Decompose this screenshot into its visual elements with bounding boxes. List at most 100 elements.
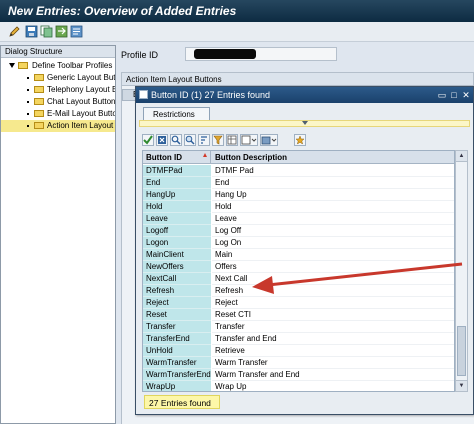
profile-id-label: Profile ID — [121, 50, 159, 60]
print-icon[interactable] — [70, 25, 83, 38]
table-row[interactable]: HangUp Hang Up — [143, 189, 454, 201]
scroll-up-icon[interactable]: ▲ — [456, 151, 467, 162]
table-row[interactable]: Hold Hold — [143, 201, 454, 213]
layout-icon[interactable] — [226, 134, 238, 146]
table-row[interactable]: WarmTransferEnd Warm Transfer and End — [143, 369, 454, 381]
cell-button-description[interactable]: Transfer — [212, 321, 454, 333]
table-row[interactable]: MainClient Main — [143, 249, 454, 261]
expand-triangle-icon[interactable] — [9, 63, 15, 68]
maximize-icon[interactable]: □ — [449, 90, 459, 100]
table-row[interactable]: DTMFPad DTMF Pad — [143, 165, 454, 177]
cell-button-description[interactable]: Leave — [212, 213, 454, 225]
table-row[interactable]: UnHold Retrieve — [143, 345, 454, 357]
cell-button-id[interactable]: End — [143, 177, 211, 189]
column-header-button-id[interactable]: Button ID — [143, 151, 211, 164]
sort-icon[interactable] — [198, 134, 210, 146]
profile-id-field[interactable] — [185, 47, 337, 61]
transport-icon[interactable] — [55, 25, 68, 38]
tree-root-define-toolbar-profiles[interactable]: Define Toolbar Profiles — [1, 60, 115, 72]
pencil-icon[interactable] — [8, 25, 21, 38]
find-next-icon[interactable] — [184, 134, 196, 146]
cell-button-description[interactable]: Warm Transfer and End — [212, 369, 454, 381]
scroll-thumb[interactable] — [457, 326, 466, 376]
folder-icon — [34, 86, 44, 93]
export-icon[interactable] — [260, 134, 278, 146]
vertical-scrollbar[interactable]: ▲ ▼ — [455, 150, 468, 392]
cancel-icon[interactable] — [156, 134, 168, 146]
table-row[interactable]: Transfer Transfer — [143, 321, 454, 333]
cell-button-id[interactable]: Reject — [143, 297, 211, 309]
table-row[interactable]: Reject Reject — [143, 297, 454, 309]
cell-button-id[interactable]: Logon — [143, 237, 211, 249]
cell-button-id[interactable]: DTMFPad — [143, 165, 211, 177]
bullet-icon — [27, 89, 29, 91]
cell-button-description[interactable]: Transfer and End — [212, 333, 454, 345]
tree-item-label: Chat Layout Button — [47, 97, 115, 106]
cell-button-description[interactable]: Hang Up — [212, 189, 454, 201]
table-row[interactable]: Refresh Refresh — [143, 285, 454, 297]
personalize-icon[interactable] — [294, 134, 306, 146]
cell-button-description[interactable]: Main — [212, 249, 454, 261]
cell-button-id[interactable]: WarmTransfer — [143, 357, 211, 369]
tree-item-email-layout[interactable]: E-Mail Layout Butto — [1, 108, 115, 120]
table-row[interactable]: TransferEnd Transfer and End — [143, 333, 454, 345]
cell-button-id[interactable]: UnHold — [143, 345, 211, 357]
tree-item-telephony-layout[interactable]: Telephony Layout E — [1, 84, 115, 96]
collapse-arrow-icon[interactable] — [302, 121, 308, 125]
table-row[interactable]: Leave Leave — [143, 213, 454, 225]
cell-button-id[interactable]: TransferEnd — [143, 333, 211, 345]
cell-button-id[interactable]: WarmTransferEnd — [143, 369, 211, 381]
cell-button-description[interactable]: Refresh — [212, 285, 454, 297]
cell-button-description[interactable]: Hold — [212, 201, 454, 213]
cell-button-description[interactable]: Log On — [212, 237, 454, 249]
table-row[interactable]: WrapUp Wrap Up — [143, 381, 454, 391]
cell-button-description[interactable]: Offers — [212, 261, 454, 273]
tree-item-action-item-layout[interactable]: Action Item Layout — [1, 120, 115, 132]
cell-button-id[interactable]: HangUp — [143, 189, 211, 201]
table-row[interactable]: Logoff Log Off — [143, 225, 454, 237]
cell-button-description[interactable]: Retrieve — [212, 345, 454, 357]
cell-button-id[interactable]: Hold — [143, 201, 211, 213]
cell-button-id[interactable]: NewOffers — [143, 261, 211, 273]
minimize-icon[interactable]: ▭ — [437, 90, 447, 100]
save-icon[interactable] — [25, 25, 38, 38]
table-row[interactable]: Reset Reset CTI — [143, 309, 454, 321]
cell-button-id[interactable]: Leave — [143, 213, 211, 225]
table-row[interactable]: NextCall Next Call — [143, 273, 454, 285]
window-title-bar: New Entries: Overview of Added Entries — [0, 0, 474, 22]
value-help-dialog: Button ID (1) 27 Entries found ▭ □ ✕ Res… — [135, 86, 474, 415]
tree-item-chat-layout[interactable]: Chat Layout Button — [1, 96, 115, 108]
scroll-down-icon[interactable]: ▼ — [456, 380, 467, 391]
table-row[interactable]: NewOffers Offers — [143, 261, 454, 273]
cell-button-description[interactable]: Next Call — [212, 273, 454, 285]
cell-button-description[interactable]: Reject — [212, 297, 454, 309]
close-icon[interactable]: ✕ — [461, 90, 471, 100]
table-row[interactable]: Logon Log On — [143, 237, 454, 249]
dialog-structure-panel: Dialog Structure Define Toolbar Profiles… — [0, 45, 116, 424]
confirm-icon[interactable] — [142, 134, 154, 146]
cell-button-id[interactable]: MainClient — [143, 249, 211, 261]
table-row[interactable]: WarmTransfer Warm Transfer — [143, 357, 454, 369]
cell-button-description[interactable]: Log Off — [212, 225, 454, 237]
cell-button-id[interactable]: NextCall — [143, 273, 211, 285]
print-preview-icon[interactable] — [240, 134, 258, 146]
cell-button-description[interactable]: Wrap Up — [212, 381, 454, 391]
bullet-icon — [27, 113, 29, 115]
cell-button-id[interactable]: Reset — [143, 309, 211, 321]
filter-icon[interactable] — [212, 134, 224, 146]
cell-button-description[interactable]: DTMF Pad — [212, 165, 454, 177]
tab-restrictions[interactable]: Restrictions — [143, 107, 210, 120]
restrictions-collapse-bar[interactable] — [139, 120, 470, 127]
cell-button-id[interactable]: Logoff — [143, 225, 211, 237]
cell-button-description[interactable]: Reset CTI — [212, 309, 454, 321]
cell-button-id[interactable]: Refresh — [143, 285, 211, 297]
table-row[interactable]: End End — [143, 177, 454, 189]
column-header-button-description[interactable]: Button Description — [212, 151, 454, 164]
copy-icon[interactable] — [40, 25, 53, 38]
cell-button-id[interactable]: WrapUp — [143, 381, 211, 391]
cell-button-id[interactable]: Transfer — [143, 321, 211, 333]
find-icon[interactable] — [170, 134, 182, 146]
tree-item-generic-layout[interactable]: Generic Layout Butto — [1, 72, 115, 84]
cell-button-description[interactable]: End — [212, 177, 454, 189]
cell-button-description[interactable]: Warm Transfer — [212, 357, 454, 369]
